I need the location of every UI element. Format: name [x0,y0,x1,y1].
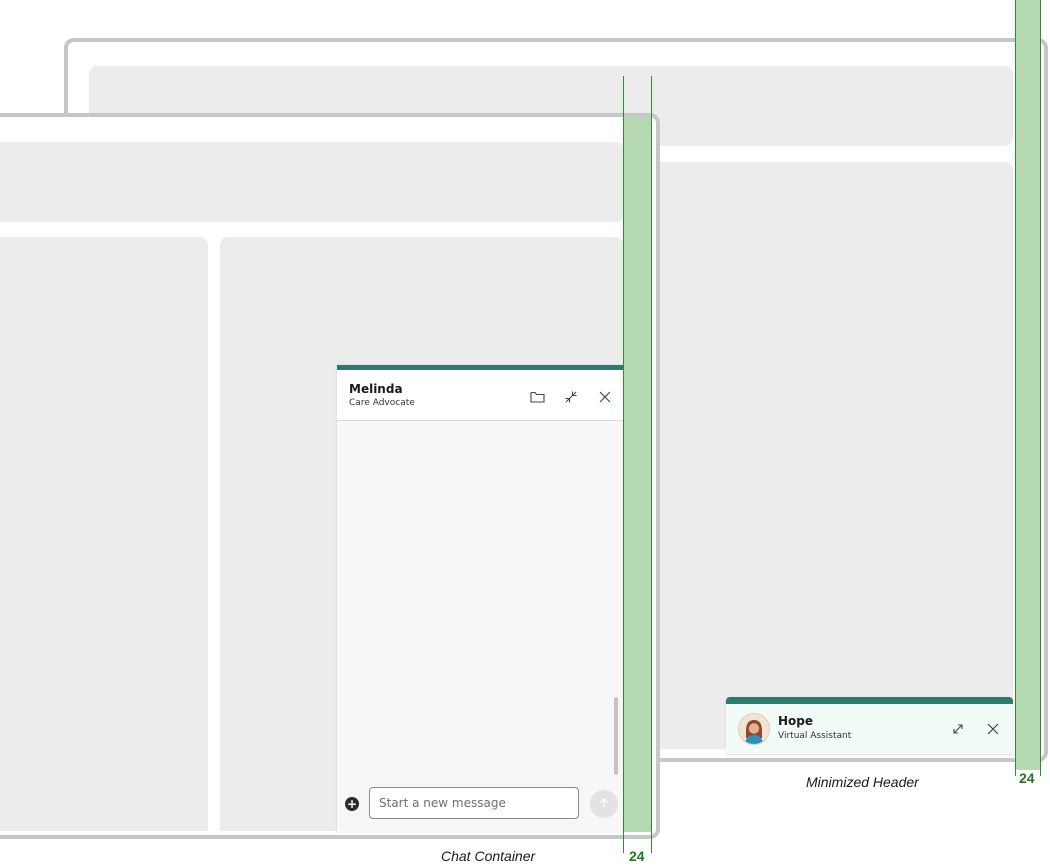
minimized-header-caption: Minimized Header [806,774,919,790]
close-icon[interactable] [596,388,614,406]
front-margin-label: 24 [629,848,645,864]
chat-container: Melinda Care Advocate + [337,365,624,832]
minimized-chat-header[interactable]: Hope Virtual Assistant [726,697,1013,754]
back-content-placeholder [652,162,1013,749]
avatar-icon [738,713,770,745]
chat-agent-name: Melinda [349,382,403,396]
plus-icon[interactable]: + [345,797,359,811]
message-input[interactable] [369,787,579,819]
chat-container-caption: Chat Container [441,848,536,864]
send-button[interactable] [590,790,618,818]
close-icon[interactable] [984,720,1002,738]
back-guide-line-right [1040,0,1041,776]
front-header-placeholder [0,142,624,222]
front-guide-line-left [623,76,624,853]
front-guide-line-right [651,76,652,853]
mini-agent-name: Hope [778,714,814,728]
chat-agent-role: Care Advocate [349,398,415,408]
front-margin-guide [624,117,651,832]
spec-canvas: Hope Virtual Assistant Melinda Care Advo… [0,0,1050,868]
folder-icon[interactable] [528,388,546,406]
back-margin-label: 24 [1019,770,1035,786]
mini-agent-role: Virtual Assistant [778,731,852,741]
chat-header: Melinda Care Advocate [337,370,624,421]
minimize-icon[interactable] [562,388,580,406]
send-arrow-icon [599,797,609,811]
expand-icon[interactable] [949,720,967,738]
message-scrollbar[interactable] [614,697,618,775]
back-guide-line-left [1015,0,1016,776]
back-margin-guide [1016,0,1040,770]
front-sidebar-placeholder [0,237,208,831]
